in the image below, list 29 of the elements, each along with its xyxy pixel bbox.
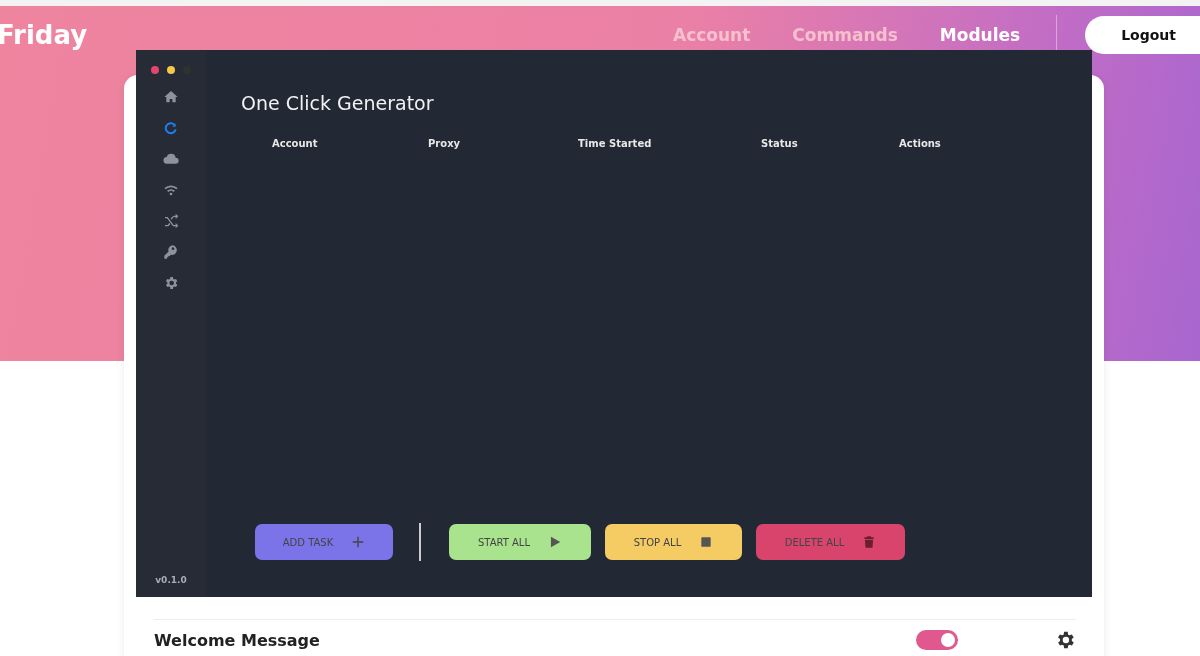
version-label: v0.1.0 <box>155 575 187 585</box>
plus-icon <box>351 535 366 549</box>
nav-link[interactable]: Modules <box>939 25 1021 45</box>
shuffle-icon[interactable] <box>163 213 179 229</box>
nav-link[interactable]: Commands <box>792 25 898 45</box>
page-title: One Click Generator <box>241 92 435 114</box>
column-header: Status <box>761 138 799 149</box>
toggle-switch[interactable] <box>916 630 958 650</box>
brand-logo: Friday <box>0 20 88 50</box>
column-header: Proxy <box>428 138 462 149</box>
nav-link[interactable]: Account <box>673 25 751 45</box>
column-header: Account <box>272 138 319 149</box>
play-icon <box>548 535 562 549</box>
module-name: Welcome Message <box>154 630 320 650</box>
column-header: Time Started <box>578 138 653 149</box>
delete-button[interactable]: DELETE ALL <box>756 524 905 560</box>
home-icon[interactable] <box>163 89 179 105</box>
stop-button[interactable]: STOP ALL <box>605 524 742 560</box>
key-icon[interactable] <box>163 244 179 260</box>
add-button[interactable]: ADD TASK <box>255 524 393 560</box>
stop-icon <box>699 535 714 549</box>
logout-button[interactable]: Logout <box>1085 16 1200 54</box>
close-dot[interactable] <box>151 66 159 74</box>
refresh-icon[interactable] <box>163 120 179 136</box>
start-button[interactable]: START ALL <box>449 524 591 560</box>
cloud-icon[interactable] <box>163 151 179 167</box>
minimize-dot[interactable] <box>167 66 175 74</box>
trash-icon <box>862 535 877 549</box>
column-header: Actions <box>899 138 941 149</box>
